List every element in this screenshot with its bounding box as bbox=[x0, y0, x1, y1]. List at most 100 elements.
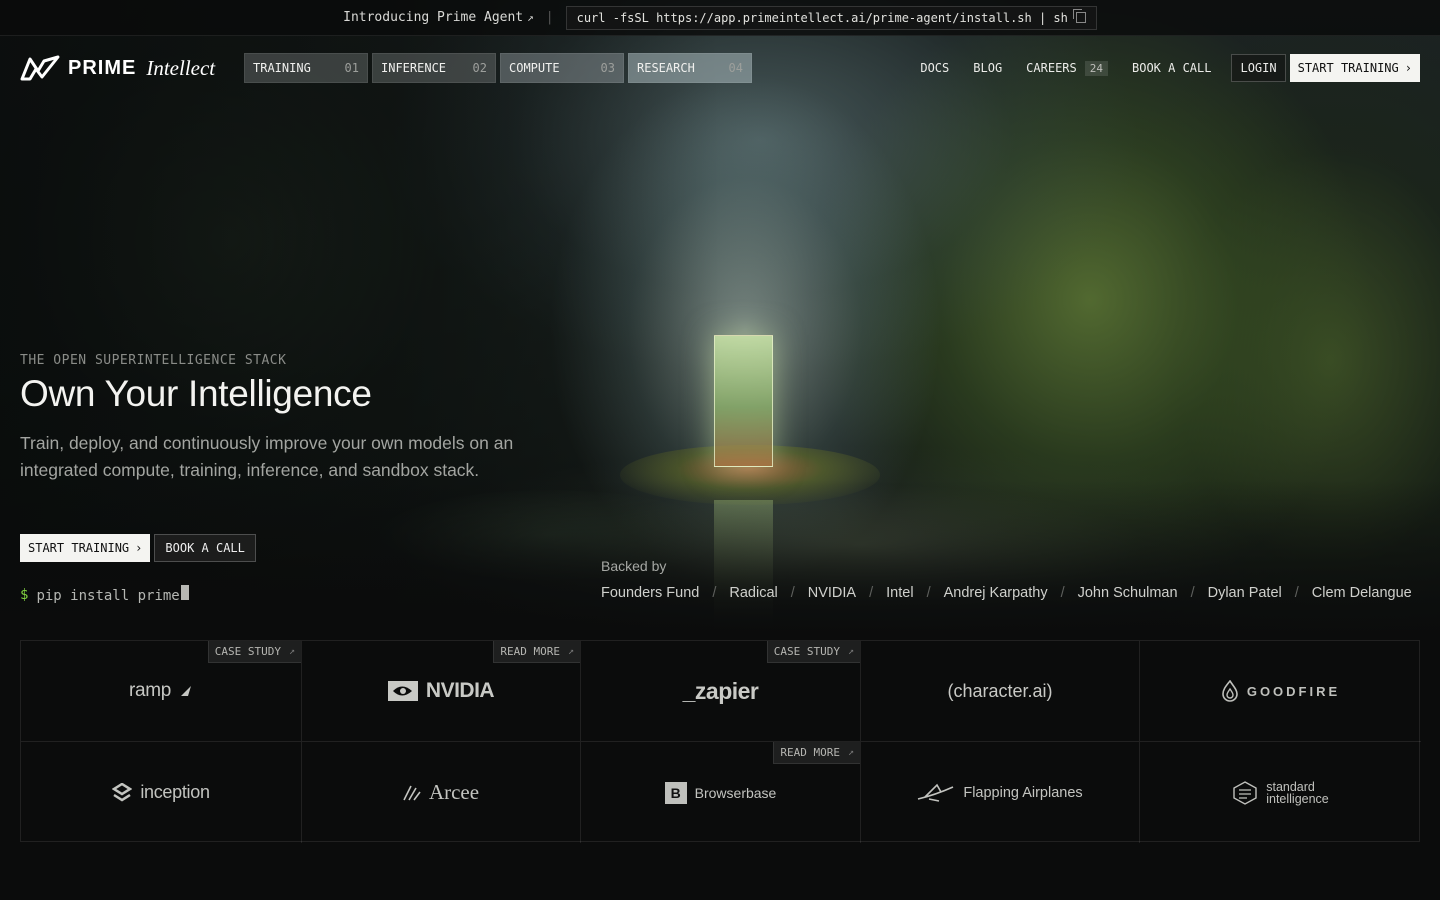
flapping-airplanes-logo: Flapping Airplanes bbox=[917, 783, 1083, 803]
blog-link[interactable]: BLOG bbox=[963, 54, 1012, 82]
text-cursor bbox=[180, 585, 189, 600]
backer-name: Dylan Patel bbox=[1207, 585, 1282, 601]
pip-command-text: pip install prime bbox=[36, 585, 189, 604]
backer-separator: / bbox=[926, 585, 931, 601]
main-nav: PRIME Intellect TRAINING 01 INFERENCE 02… bbox=[0, 36, 1440, 100]
hero-book-call-button[interactable]: BOOK A CALL bbox=[154, 534, 256, 562]
ramp-logo: ramp bbox=[129, 680, 193, 702]
read-more-tag[interactable]: READ MORE ↗ bbox=[493, 641, 580, 663]
logo-word-prime: PRIME bbox=[68, 56, 137, 79]
tab-compute[interactable]: COMPUTE 03 bbox=[500, 53, 624, 83]
character-ai-logo: (character.ai) bbox=[947, 680, 1053, 701]
standard-intelligence-logo: standard intelligence bbox=[1232, 779, 1329, 806]
logo-cell-inception: inception bbox=[21, 742, 302, 843]
tab-label: INFERENCE bbox=[381, 61, 447, 75]
backer-name: Founders Fund bbox=[601, 585, 700, 601]
pip-install-command[interactable]: $ pip install prime bbox=[20, 585, 189, 604]
nvidia-eye-icon bbox=[387, 681, 418, 701]
logo-cell-ramp[interactable]: CASE STUDY ↗ ramp bbox=[21, 641, 302, 742]
tab-inference[interactable]: INFERENCE 02 bbox=[372, 53, 496, 83]
backer-name: Andrej Karpathy bbox=[943, 585, 1048, 601]
backer-separator: / bbox=[869, 585, 874, 601]
backer-name: Clem Delangue bbox=[1311, 585, 1412, 601]
careers-count-badge: 24 bbox=[1084, 60, 1108, 76]
announcement-link[interactable]: Introducing Prime Agent ↗ bbox=[343, 10, 534, 25]
start-training-label: START TRAINING bbox=[1297, 61, 1399, 75]
logo-cell-browserbase[interactable]: READ MORE ↗ B Browserbase bbox=[581, 742, 861, 843]
tab-label: COMPUTE bbox=[509, 61, 560, 75]
announcement-bar: Introducing Prime Agent ↗ | curl -fsSL h… bbox=[0, 0, 1440, 36]
install-command-text: curl -fsSL https://app.primeintellect.ai… bbox=[576, 10, 1068, 25]
read-more-tag[interactable]: READ MORE ↗ bbox=[773, 742, 860, 764]
browserbase-b-icon: B bbox=[664, 781, 687, 804]
hero-subhead: Train, deploy, and continuously improve … bbox=[20, 433, 514, 480]
nav-actions: DOCS BLOG CAREERS 24 BOOK A CALL LOGIN S… bbox=[910, 54, 1420, 82]
arrow-up-right-icon: ↗ bbox=[847, 747, 854, 758]
hero-start-training-button[interactable]: START TRAINING › bbox=[20, 534, 151, 562]
inception-logo: inception bbox=[112, 782, 210, 803]
backer-separator: / bbox=[790, 585, 795, 601]
logo-cell-arcee: Arcee bbox=[302, 742, 581, 843]
tab-research[interactable]: RESEARCH 04 bbox=[628, 53, 752, 83]
prime-intellect-logo-icon bbox=[20, 55, 60, 81]
browserbase-logo: B Browserbase bbox=[664, 781, 776, 804]
case-study-tag[interactable]: CASE STUDY ↗ bbox=[207, 641, 301, 663]
standard-intelligence-mark-icon bbox=[1233, 780, 1257, 805]
logo-cell-standard-intelligence: standard intelligence bbox=[1140, 742, 1421, 843]
nvidia-logo: NVIDIA bbox=[387, 679, 495, 703]
hero-headline: Own Your Intelligence bbox=[20, 373, 372, 414]
logo-cell-zapier[interactable]: CASE STUDY ↗ _zapier bbox=[581, 641, 861, 742]
hero-eyebrow: THE OPEN SUPERINTELLIGENCE STACK bbox=[20, 353, 287, 368]
tab-label: TRAINING bbox=[253, 61, 311, 75]
goodfire-logo: GOODFIRE bbox=[1221, 680, 1340, 702]
book-call-link[interactable]: BOOK A CALL bbox=[1122, 54, 1221, 82]
glowing-monolith bbox=[714, 335, 773, 467]
arrow-up-right-icon: ↗ bbox=[847, 646, 854, 657]
start-training-button[interactable]: START TRAINING › bbox=[1289, 54, 1420, 82]
careers-label: CAREERS bbox=[1026, 61, 1077, 75]
logo-cell-nvidia[interactable]: READ MORE ↗ NVIDIA bbox=[302, 641, 581, 742]
docs-link[interactable]: DOCS bbox=[910, 54, 959, 82]
goodfire-flame-icon bbox=[1222, 680, 1238, 702]
announcement-divider: | bbox=[545, 10, 554, 25]
arrow-up-right-icon: ↗ bbox=[567, 646, 574, 657]
backer-name: Radical bbox=[729, 585, 778, 601]
backed-by-label: Backed by bbox=[601, 558, 667, 574]
logo-cell-character-ai: (character.ai) bbox=[861, 641, 1140, 742]
tab-number: 03 bbox=[600, 61, 615, 75]
arcee-logo: Arcee bbox=[403, 780, 479, 805]
terminal-prompt: $ bbox=[20, 586, 29, 603]
backer-separator: / bbox=[1294, 585, 1299, 601]
ramp-wing-icon bbox=[181, 686, 192, 696]
tab-label: RESEARCH bbox=[637, 61, 695, 75]
chevron-right-icon: › bbox=[1404, 61, 1412, 75]
backer-name: NVIDIA bbox=[807, 585, 857, 601]
standard-intelligence-wordmark: standard intelligence bbox=[1266, 779, 1329, 806]
hero-ctas: START TRAINING › BOOK A CALL bbox=[20, 534, 256, 562]
hero-start-training-label: START TRAINING bbox=[28, 541, 130, 555]
tab-training[interactable]: TRAINING 01 bbox=[244, 53, 368, 83]
logo-cell-goodfire: GOODFIRE bbox=[1140, 641, 1421, 742]
logo-word-intellect: Intellect bbox=[146, 55, 216, 80]
tab-number: 01 bbox=[344, 61, 359, 75]
tab-number: 02 bbox=[472, 61, 487, 75]
backer-separator: / bbox=[712, 585, 717, 601]
chevron-right-icon: › bbox=[135, 541, 143, 555]
arrow-up-right-icon: ↗ bbox=[288, 646, 295, 657]
backer-separator: / bbox=[1190, 585, 1195, 601]
zapier-logo: _zapier bbox=[682, 677, 759, 704]
product-tabs: TRAINING 01 INFERENCE 02 COMPUTE 03 RESE… bbox=[244, 53, 752, 83]
site-logo[interactable]: PRIME Intellect bbox=[20, 55, 215, 81]
copy-icon[interactable] bbox=[1072, 9, 1086, 23]
inception-mark-icon bbox=[112, 782, 133, 801]
careers-link[interactable]: CAREERS 24 bbox=[1016, 54, 1118, 82]
backer-separator: / bbox=[1060, 585, 1065, 601]
install-command-box[interactable]: curl -fsSL https://app.primeintellect.ai… bbox=[565, 5, 1097, 30]
backer-name: Intel bbox=[886, 585, 914, 601]
tab-number: 04 bbox=[728, 61, 743, 75]
backers-list: Founders Fund / Radical / NVIDIA / Intel / Andre… bbox=[601, 585, 1412, 601]
case-study-tag[interactable]: CASE STUDY ↗ bbox=[766, 641, 860, 663]
airplane-icon bbox=[918, 783, 954, 802]
login-button[interactable]: LOGIN bbox=[1231, 54, 1286, 82]
backer-name: John Schulman bbox=[1077, 585, 1178, 601]
